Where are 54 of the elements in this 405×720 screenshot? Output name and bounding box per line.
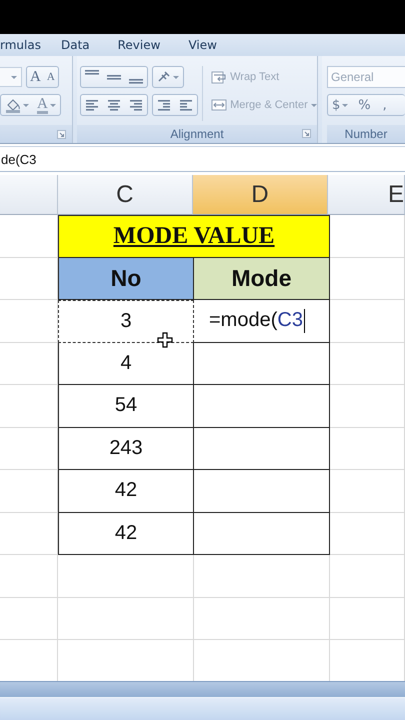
- column-heading: No: [58, 258, 194, 300]
- text-cursor: [304, 308, 306, 333]
- column-header[interactable]: E: [328, 175, 405, 215]
- increase-indent-icon: [179, 99, 193, 111]
- sheet-title: MODE VALUE: [58, 215, 330, 258]
- comma-button[interactable]: ,: [376, 95, 393, 115]
- empty-cell[interactable]: [194, 470, 330, 512]
- horizontal-scrollbar[interactable]: [0, 681, 405, 697]
- align-left-icon: [85, 99, 99, 111]
- shrink-font-button[interactable]: A: [44, 67, 58, 87]
- caret-icon: [310, 104, 317, 106]
- caret-icon: [50, 104, 56, 106]
- percent-button[interactable]: %: [352, 95, 377, 115]
- ribbon-tab[interactable]: rmulas: [0, 38, 51, 52]
- dialog-launcher-icon: [302, 129, 311, 138]
- column-heading: Mode: [194, 258, 330, 300]
- slanted-text-icon: [157, 71, 171, 83]
- font-size-dropdown[interactable]: [0, 67, 22, 87]
- empty-cell[interactable]: [194, 385, 330, 428]
- caret-icon: [11, 76, 17, 78]
- middle-align-icon: [107, 74, 121, 80]
- align-center-icon: [107, 99, 121, 111]
- move-cursor-icon: [157, 332, 173, 348]
- caret-icon: [342, 104, 348, 106]
- top-align-icon: [85, 70, 99, 75]
- table-cell: 4: [58, 342, 194, 385]
- empty-cell[interactable]: [194, 512, 330, 555]
- table-cell: 54: [58, 385, 194, 428]
- align-right-icon: [129, 99, 143, 111]
- group-label: Number: [344, 127, 388, 141]
- caret-icon: [173, 76, 179, 78]
- paint-bucket-icon: [5, 97, 21, 113]
- group-label: Alignment: [170, 127, 224, 141]
- wrap-text-icon: [211, 70, 228, 84]
- ribbon-tab[interactable]: Data: [60, 38, 100, 52]
- bottom-align-icon: [129, 79, 143, 84]
- ribbon-tab[interactable]: View: [188, 38, 227, 52]
- empty-cell[interactable]: [194, 342, 330, 385]
- table-cell: 42: [58, 512, 194, 555]
- dialog-launcher-icon: [57, 130, 66, 138]
- table-cell: 42: [58, 470, 194, 512]
- column-header[interactable]: C: [58, 175, 193, 215]
- formula-bar-field[interactable]: de(C3: [0, 152, 36, 166]
- grow-font-button[interactable]: A: [27, 67, 44, 87]
- formula-input[interactable]: =mode(C3: [194, 300, 330, 342]
- column-header[interactable]: [0, 175, 58, 215]
- empty-cell[interactable]: [194, 428, 330, 470]
- decrease-indent-icon: [157, 99, 171, 111]
- ribbon-tab[interactable]: Review: [118, 38, 170, 52]
- merge-cells-icon: [211, 98, 228, 112]
- currency-button[interactable]: $: [328, 95, 352, 115]
- table-cell: 243: [58, 428, 194, 470]
- caret-icon: [23, 104, 29, 106]
- column-header[interactable]: D: [192, 175, 328, 215]
